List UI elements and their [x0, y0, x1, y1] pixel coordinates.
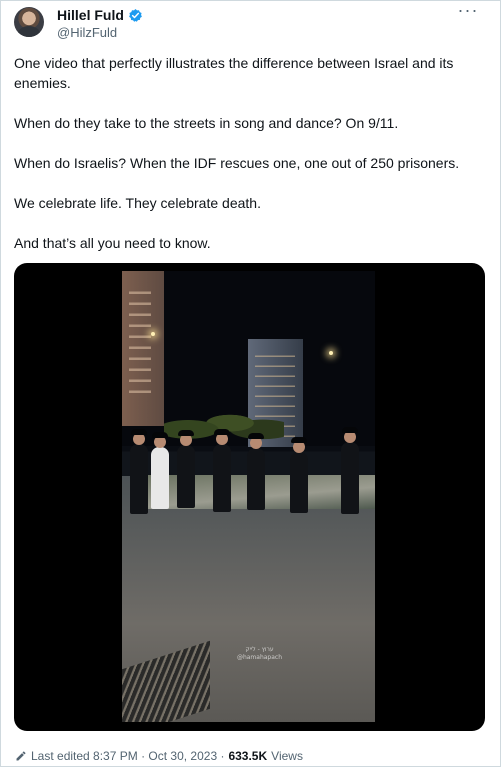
dancer — [247, 433, 265, 510]
author-name[interactable]: Hillel Fuld — [57, 7, 124, 23]
streetlight — [151, 332, 155, 336]
dancing-men-line — [130, 424, 370, 516]
tweet-paragraph: When do Israelis? When the IDF rescues o… — [14, 155, 460, 171]
video-watermark: ערוץ - לייק @hamahapach — [212, 646, 307, 669]
verified-badge-icon — [129, 8, 142, 22]
tweet-text: One video that perfectly illustrates the… — [14, 53, 484, 253]
watermark-line: @hamahapach — [236, 654, 283, 661]
author-row: Hillel Fuld — [57, 6, 143, 24]
views-label: Views — [271, 749, 303, 763]
tweet-paragraph: When do they take to the streets in song… — [14, 115, 399, 131]
streetlight — [329, 351, 333, 355]
edited-timestamp[interactable]: Last edited 8:37 PM · Oct 30, 2023 · — [31, 749, 224, 763]
dancer — [341, 427, 359, 514]
video-frame[interactable]: ערוץ - לייק @hamahapach — [122, 271, 375, 722]
tweet-paragraph: One video that perfectly illustrates the… — [14, 55, 454, 91]
tweet-footer: Last edited 8:37 PM · Oct 30, 2023 · 633… — [15, 747, 303, 765]
tweet-card: Hillel Fuld @HilzFuld ··· One video that… — [0, 0, 501, 767]
views-count: 633.5K — [228, 749, 268, 763]
avatar[interactable] — [14, 7, 44, 37]
building-left — [122, 271, 164, 426]
dancer — [177, 430, 195, 508]
more-options-icon[interactable]: ··· — [455, 1, 481, 22]
author-handle[interactable]: @HilzFuld — [57, 25, 117, 40]
tweet-paragraph: And that’s all you need to know. — [14, 235, 211, 251]
tweet-paragraph: We celebrate life. They celebrate death. — [14, 195, 261, 211]
watermark-line: ערוץ - לייק — [245, 646, 274, 653]
video-media[interactable]: ערוץ - לייק @hamahapach — [14, 263, 485, 731]
pencil-edit-icon — [16, 751, 26, 761]
dancer — [130, 429, 148, 514]
dancer — [151, 432, 169, 509]
dancer — [290, 437, 308, 513]
dancer — [213, 429, 231, 512]
